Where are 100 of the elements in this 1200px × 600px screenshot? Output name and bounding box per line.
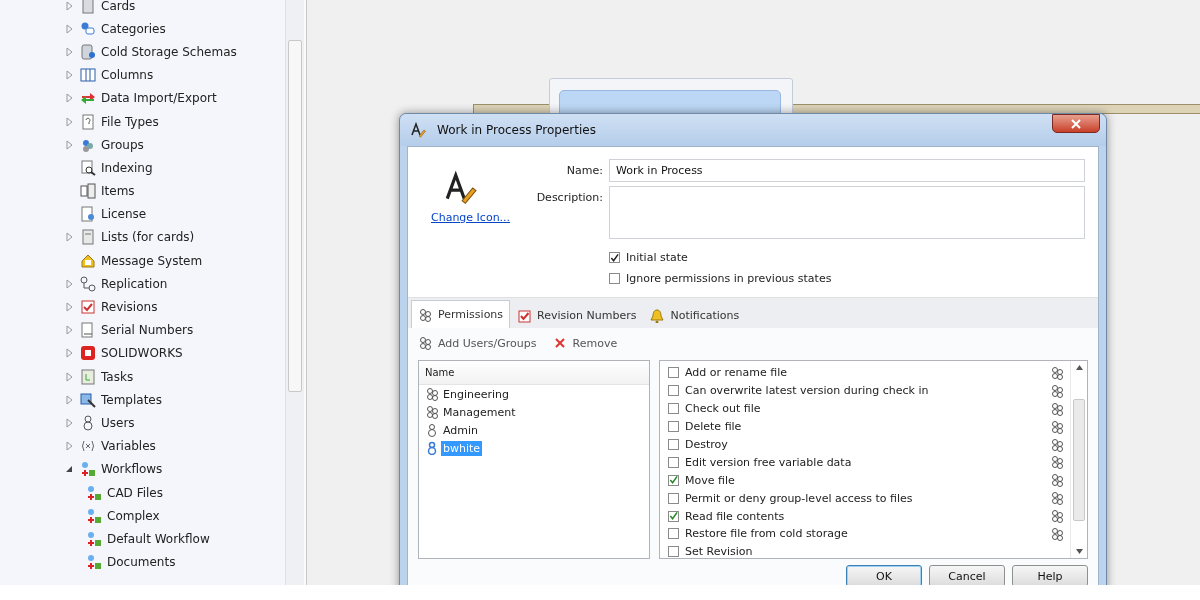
tree-item[interactable]: Revisions — [64, 295, 285, 319]
tree-item[interactable]: Lists (for cards) — [64, 225, 285, 250]
tree-item[interactable]: Items — [64, 179, 285, 203]
tree-item[interactable]: Columns — [64, 63, 285, 87]
checkbox-icon — [80, 299, 96, 316]
tree-item[interactable]: Templates — [64, 388, 285, 412]
add-button[interactable]: Add Users/Groups — [418, 336, 537, 350]
checkbox[interactable] — [609, 252, 620, 263]
scrollbar[interactable] — [1070, 361, 1087, 558]
checkbox[interactable] — [668, 492, 679, 504]
dialog-button[interactable]: Cancel — [929, 565, 1005, 585]
close-button[interactable] — [1052, 114, 1100, 133]
tree-item[interactable]: Cards — [64, 0, 285, 18]
checkbox[interactable] — [668, 439, 679, 450]
scrollbar-thumb[interactable] — [288, 40, 302, 392]
checkbox[interactable] — [668, 474, 679, 486]
tree-item[interactable]: SOLIDWORKS — [64, 341, 285, 365]
document-icon — [80, 113, 96, 130]
replication-icon — [80, 275, 96, 292]
group-icon — [1050, 526, 1064, 541]
dialog-button[interactable]: Help — [1012, 565, 1088, 585]
tree-item[interactable]: Replication — [64, 272, 285, 296]
expand-arrow-icon[interactable] — [64, 0, 74, 11]
group-icon — [1050, 437, 1064, 452]
expand-arrow-icon[interactable] — [64, 70, 74, 81]
tab[interactable]: Permissions — [411, 300, 511, 328]
permission-label: Set Revision — [685, 545, 754, 559]
name-field[interactable]: Work in Process — [609, 159, 1085, 182]
expand-arrow-icon[interactable] — [64, 417, 74, 428]
bell-icon — [650, 308, 665, 323]
scrollbar-thumb[interactable] — [1073, 398, 1085, 521]
checkbox[interactable] — [668, 546, 679, 558]
tab[interactable]: Revision Numbers — [510, 303, 644, 328]
tree-item[interactable]: Groups — [64, 133, 285, 157]
user-icon — [425, 441, 439, 455]
dialog-button[interactable]: OK — [846, 565, 922, 585]
checkbox[interactable] — [609, 273, 620, 284]
checkbox-icon — [517, 308, 532, 323]
expand-arrow-icon[interactable] — [64, 278, 74, 289]
tree-item[interactable]: Workflows — [64, 457, 285, 481]
checkbox[interactable] — [668, 367, 679, 379]
dialog-title: Work in Process Properties — [437, 123, 597, 137]
tab[interactable]: Notifications — [643, 303, 747, 328]
tree-item[interactable]: Tasks — [64, 365, 285, 389]
tree-item[interactable]: Message System — [64, 249, 285, 273]
scrollbar[interactable] — [285, 0, 304, 585]
remove-button[interactable]: Remove — [552, 336, 618, 350]
checkbox[interactable] — [668, 403, 679, 415]
checkbox[interactable] — [668, 510, 679, 522]
tree-item[interactable]: Complex — [64, 504, 285, 528]
tree-item[interactable]: File Types — [64, 109, 285, 134]
collapse-arrow-icon[interactable] — [64, 464, 74, 475]
list-item[interactable]: Admin — [441, 422, 481, 438]
option-label: Ignore permissions in previous states — [626, 272, 832, 285]
checkbox[interactable] — [668, 528, 679, 540]
expand-arrow-icon[interactable] — [64, 302, 74, 313]
tree-item[interactable]: Indexing — [64, 156, 285, 180]
expand-arrow-icon[interactable] — [64, 46, 74, 57]
group-icon — [418, 336, 432, 350]
expand-arrow-icon[interactable] — [64, 441, 74, 452]
expand-arrow-icon[interactable] — [64, 23, 74, 34]
tree-item[interactable]: Users — [64, 411, 285, 435]
group-icon — [1050, 365, 1064, 380]
expand-arrow-icon[interactable] — [64, 139, 74, 150]
workflow-icon — [86, 484, 102, 501]
letter-pen-icon — [410, 122, 426, 138]
checkbox[interactable] — [668, 456, 679, 468]
tree-item[interactable]: Data Import/Export — [64, 86, 285, 110]
expand-arrow-icon[interactable] — [64, 394, 74, 405]
expand-arrow-icon[interactable] — [64, 232, 74, 243]
expand-arrow-icon[interactable] — [64, 371, 74, 382]
user-icon — [80, 414, 96, 431]
workflow-icon — [86, 530, 102, 547]
permission-label: Destroy — [685, 438, 729, 451]
permission-label: Move file — [685, 473, 736, 487]
name-label: Name: — [565, 163, 603, 179]
description-field[interactable] — [609, 186, 1085, 239]
list-item[interactable]: Engineering — [441, 386, 511, 402]
group-icon — [1050, 383, 1064, 398]
expand-arrow-icon[interactable] — [64, 116, 74, 127]
tree-item[interactable]: Cold Storage Schemas — [64, 40, 285, 64]
expand-arrow-icon[interactable] — [64, 325, 74, 336]
tree-item[interactable]: CAD Files — [64, 480, 285, 505]
tree-item[interactable]: Serial Numbers — [64, 318, 285, 342]
change-icon-link[interactable]: Change Icon... — [431, 211, 511, 224]
group-icon — [1050, 473, 1064, 488]
tree-item[interactable]: Documents — [64, 550, 285, 574]
tree-item[interactable]: Categories — [64, 17, 285, 41]
expand-arrow-icon[interactable] — [64, 348, 74, 359]
expand-arrow-icon[interactable] — [64, 93, 74, 104]
permission-label: Edit version free variable data — [685, 455, 853, 469]
magnifier-icon — [80, 159, 96, 176]
tree-item[interactable]: License — [64, 202, 285, 226]
checkbox[interactable] — [668, 421, 679, 433]
list-item[interactable]: Management — [441, 404, 518, 420]
tree-item[interactable]: Variables — [64, 434, 285, 458]
group-icon — [1050, 401, 1064, 416]
tree-item[interactable]: Default Workflow — [64, 527, 285, 551]
checkbox[interactable] — [668, 385, 679, 397]
list-icon — [80, 229, 96, 246]
